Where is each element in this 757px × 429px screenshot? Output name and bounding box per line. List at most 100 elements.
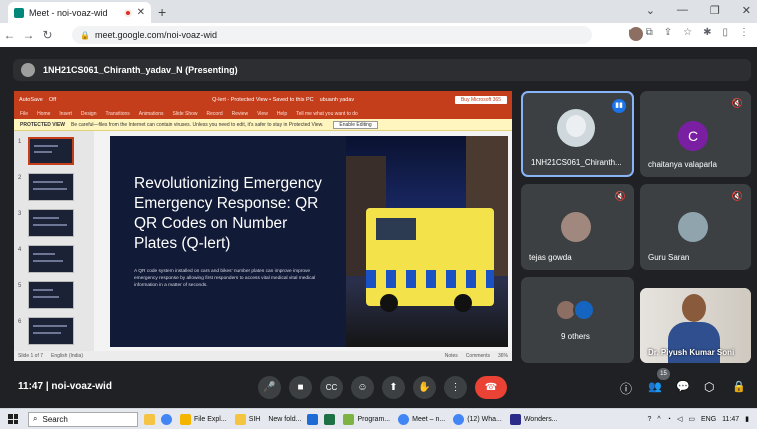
browser-menu-icon[interactable]: ⋮ [739,27,749,38]
restore-button[interactable]: ❐ [710,4,720,17]
extensions-icon[interactable]: ✱ [703,27,711,38]
tab-close-button[interactable]: ✕ [137,7,145,18]
participant-tile[interactable]: 🔇 C chaitanya valaparla [640,91,751,177]
participant-tile[interactable]: 🔇 Guru Saran [640,184,751,270]
recording-indicator-icon [123,8,132,17]
participant-tile[interactable]: 🔇 tejas gowda [521,184,634,270]
participant-avatar [678,212,708,242]
taskbar-app-wonders[interactable]: Wonders... [509,413,558,425]
open-in-tab-icon[interactable]: ⧉ [646,27,653,38]
chrome-icon[interactable] [161,413,172,425]
clock[interactable]: 11:47 [722,416,739,423]
taskbar-app-whatsapp[interactable]: (12) Wha... [453,413,502,425]
slide-thumbnail [28,245,74,273]
tray-chevron-icon[interactable]: ^ [657,416,660,423]
menu-transitions: Transitions [105,110,130,117]
speaking-indicator-icon: ▮▮ [612,99,626,113]
thumb-number: 2 [18,175,22,181]
more-options-button[interactable]: ⋮ [444,376,467,399]
profile-avatar[interactable] [628,27,643,41]
minimize-button[interactable]: — [677,4,688,17]
side-panel-icon[interactable]: ▯ [722,27,728,38]
notes-button: Notes [444,353,458,359]
network-icon[interactable]: ◔ [667,416,671,423]
enable-editing-button: Enable Editing [333,120,378,129]
participant-face [682,294,706,322]
muted-mic-icon: 🔇 [731,191,743,201]
taskbar-search[interactable]: ⌕ Search [28,411,138,427]
excel-icon[interactable] [324,413,336,425]
meet-favicon-icon [14,7,24,18]
slide-counter: Slide 1 of 7 [18,353,44,359]
ppt-doc-title: Q-lert - Protected View • Saved to this … [212,96,314,103]
host-controls-icon[interactable]: 🔒 [732,380,746,393]
participant-avatar [561,212,591,242]
current-slide: Revolutionizing Emergency Emergency Resp… [110,136,508,347]
forward-icon[interactable]: → [19,28,38,42]
notification-icon[interactable]: ▮ [745,415,749,423]
chat-icon[interactable]: 💬 [676,380,690,393]
language-indicator[interactable]: ENG [701,416,716,423]
captions-button[interactable]: CC [320,376,343,399]
meeting-details-icon[interactable]: ⓘ [620,380,632,397]
presenting-label: 1NH21CS061_Chiranth_yadav_N (Presenting) [43,65,238,75]
ambulance-photo [346,136,508,347]
windows-start-icon[interactable] [8,414,18,424]
thumb-number: 6 [18,319,22,325]
slide-thumbnail [28,281,74,309]
system-tray: ? ^ ◔ ◁ ▭ ENG 11:47 ▮ [648,415,757,424]
menu-review: Review [231,110,249,117]
others-tile[interactable]: 9 others [521,277,634,363]
taskbar-app-program[interactable]: Program... [343,413,390,425]
battery-icon[interactable]: ▭ [688,415,695,423]
taskbar-app-new-folder[interactable]: New fold... [268,416,301,423]
taskbar-app-file-explorer[interactable]: File Expl... [180,413,227,425]
slide-thumbnail [28,137,74,165]
participant-tile[interactable]: ▮▮ 1NH21CS061_Chiranth... [521,91,634,177]
people-icon[interactable]: 👥 [648,380,662,393]
volume-icon[interactable]: ◁ [677,415,682,423]
present-now-button[interactable]: ⬆ [382,376,405,399]
help-icon[interactable]: ? [648,416,652,423]
new-tab-button[interactable]: + [158,4,166,20]
back-icon[interactable]: ← [0,28,19,42]
meeting-code: noi-voaz-wid [51,381,112,392]
slide-title: Revolutionizing Emergency Emergency Resp… [134,175,322,252]
mic-toggle-button[interactable]: 🎤 [258,376,281,399]
ppt-ribbon-tabs: File Home Insert Design Transitions Anim… [14,108,512,119]
close-window-button[interactable]: ✕ [742,4,751,17]
autosave-label: AutoSave [19,96,43,103]
address-bar[interactable]: 🔒 meet.google.com/noi-voaz-wid [72,26,592,44]
participant-avatar [557,109,595,147]
ppt-status-bar: Slide 1 of 7 English (India) Notes Comme… [14,351,512,361]
others-count: 9 others [561,332,590,341]
thumb-number: 3 [18,211,22,217]
protected-view-label: PROTECTED VIEW [20,121,66,128]
bookmark-star-icon[interactable]: ☆ [683,27,692,38]
participant-video-tile[interactable]: Dr. Piyush Kumar Soni [640,288,751,363]
toolbar-icons: ■ ⧉ ⇪ ☆ ✱ ▯ ⋮ [628,27,749,41]
widgets-icon[interactable] [144,413,155,425]
browser-tab-meet[interactable]: Meet - noi-voaz-wid ✕ [8,2,151,23]
protected-view-bar: PROTECTED VIEW Be careful—files from the… [14,119,512,131]
reload-icon[interactable]: ↻ [38,28,57,42]
taskbar-app-meet[interactable]: Meet – n... [398,413,445,425]
raise-hand-button[interactable]: ✋ [413,376,436,399]
share-icon[interactable]: ⇪ [664,27,672,38]
language-indicator: English (India) [51,353,83,359]
camera-toggle-button[interactable]: ■ [289,376,312,399]
tab-search-button[interactable]: ⌄ [646,4,655,17]
browser-tab-strip: Meet - noi-voaz-wid ✕ + ⌄ — ❐ ✕ [0,0,757,23]
activities-icon[interactable]: ⬡ [704,380,714,394]
end-call-button[interactable]: ☎ [475,376,507,399]
participant-avatar [573,299,595,321]
taskbar-app-sih[interactable]: SIH [234,413,260,425]
slide-thumbnail [28,209,74,237]
emoji-button[interactable]: ☺ [351,376,374,399]
presenter-avatar [21,63,35,77]
word-icon[interactable] [307,413,319,425]
participant-name: Dr. Piyush Kumar Soni [648,348,735,357]
slide-thumbnail-pane: 1 2 3 4 5 6 [14,131,94,351]
tab-title: Meet - noi-voaz-wid [29,7,108,18]
menu-slideshow: Slide Show [172,110,198,117]
